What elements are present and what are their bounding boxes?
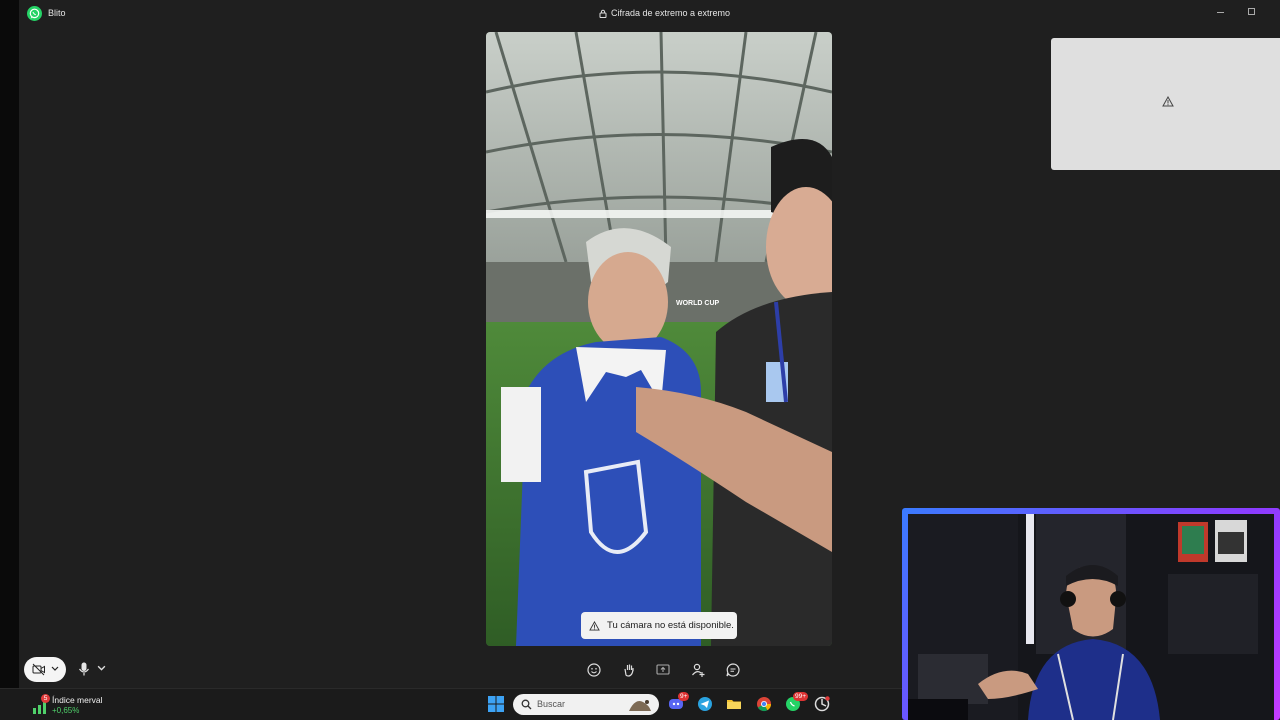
chrome-icon[interactable] — [755, 695, 773, 713]
stock-widget[interactable]: 5 Índice merval +0,65% — [30, 693, 120, 715]
webcam-feed — [908, 514, 1274, 720]
participant-video: WORLD CUP — [486, 32, 832, 646]
camera-toggle-button[interactable] — [24, 657, 66, 682]
share-screen-icon[interactable] — [654, 661, 672, 679]
chevron-down-icon[interactable] — [97, 665, 106, 672]
chevron-down-icon[interactable] — [51, 666, 59, 672]
streamer-webcam-overlay — [902, 508, 1280, 720]
camera-unavailable-toast: Tu cámara no está disponible. — [581, 612, 737, 639]
search-highlight-image-icon — [629, 700, 651, 711]
app-title: Blito — [48, 8, 66, 18]
whatsapp-badge: 99+ — [793, 692, 809, 701]
telegram-icon[interactable] — [696, 695, 714, 713]
encryption-notice: Cifrada de extremo a extremo — [599, 8, 730, 18]
maximize-button[interactable] — [1242, 4, 1262, 20]
app-icon[interactable] — [813, 695, 831, 713]
widget-change: +0,65% — [52, 706, 80, 715]
warning-icon — [1162, 96, 1174, 107]
whatsapp-logo-icon — [27, 6, 42, 21]
camera-off-icon — [32, 663, 45, 676]
search-placeholder: Buscar — [537, 699, 566, 709]
widget-title: Índice merval — [52, 695, 103, 705]
warning-icon — [589, 620, 600, 631]
taskbar-search[interactable]: Buscar — [513, 694, 659, 715]
file-explorer-icon[interactable] — [725, 695, 743, 713]
raise-hand-icon[interactable] — [620, 661, 638, 679]
emoji-icon[interactable] — [585, 661, 603, 679]
add-participant-icon[interactable] — [689, 661, 707, 679]
stadium-banner-text: WORLD CUP — [676, 300, 719, 307]
self-view-tile — [1051, 38, 1280, 170]
search-icon — [521, 699, 532, 710]
minimize-button[interactable] — [1212, 4, 1232, 20]
lock-icon — [599, 9, 607, 18]
windows-start-icon[interactable] — [487, 695, 505, 713]
title-bar: Blito Cifrada de extremo a extremo — [19, 0, 1280, 28]
toast-text: Tu cámara no está disponible. — [607, 620, 734, 631]
chat-icon[interactable] — [724, 661, 742, 679]
encryption-label: Cifrada de extremo a extremo — [611, 8, 731, 18]
mic-icon[interactable] — [76, 661, 92, 677]
left-edge-strip — [0, 0, 19, 720]
discord-badge: 9+ — [678, 692, 690, 701]
widget-badge: 5 — [41, 694, 50, 703]
